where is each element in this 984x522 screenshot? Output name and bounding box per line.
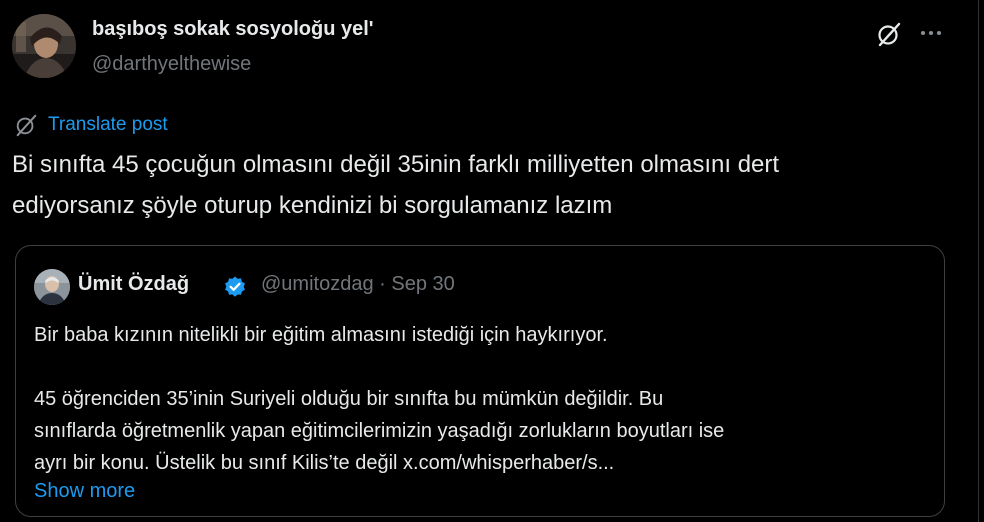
- quoted-post-text: Bir baba kızının nitelikli bir eğitim al…: [34, 319, 934, 479]
- show-more-link[interactable]: Show more: [34, 480, 135, 503]
- tweet-text-line: Bi sınıfta 45 çocuğun olmasını değil 35i…: [12, 151, 780, 178]
- author-avatar[interactable]: [12, 14, 76, 78]
- quoted-author-avatar[interactable]: [34, 269, 70, 305]
- quoted-paragraph: Bir baba kızının nitelikli bir eğitim al…: [34, 324, 608, 346]
- grok-icon[interactable]: [876, 21, 902, 47]
- quoted-paragraph: 45 öğrenciden 35’inin Suriyeli olduğu bi…: [34, 383, 934, 479]
- verified-badge-icon: [223, 275, 247, 299]
- tweet-text: Bi sınıfta 45 çocuğun olmasını değil 35i…: [12, 144, 962, 226]
- more-icon[interactable]: [918, 23, 944, 43]
- author-display-name[interactable]: başıboş sokak sosyoloğu yel': [92, 18, 374, 41]
- quoted-post-card[interactable]: Ümit Özdağ @umitozdag · Sep 30 Bir baba …: [15, 245, 945, 517]
- page-edge-divider: [978, 0, 979, 522]
- quoted-text-line: sınıflarda öğretmenlik yapan eğitimciler…: [34, 420, 725, 442]
- quoted-handle-and-date[interactable]: @umitozdag · Sep 30: [261, 273, 455, 296]
- quoted-text-line: 45 öğrenciden 35’inin Suriyeli olduğu bi…: [34, 388, 664, 410]
- quoted-text-line: ayrı bir konu. Üstelik bu sınıf Kilis’te…: [34, 452, 615, 474]
- author-handle[interactable]: @darthyelthewise: [92, 53, 251, 76]
- quoted-author-name[interactable]: Ümit Özdağ: [78, 273, 189, 296]
- translate-post-label: Translate post: [48, 114, 168, 135]
- translate-grok-icon: [14, 113, 38, 137]
- translate-post-link[interactable]: Translate post: [14, 112, 168, 138]
- tweet-text-line: ediyorsanız şöyle oturup kendinizi bi so…: [12, 192, 613, 219]
